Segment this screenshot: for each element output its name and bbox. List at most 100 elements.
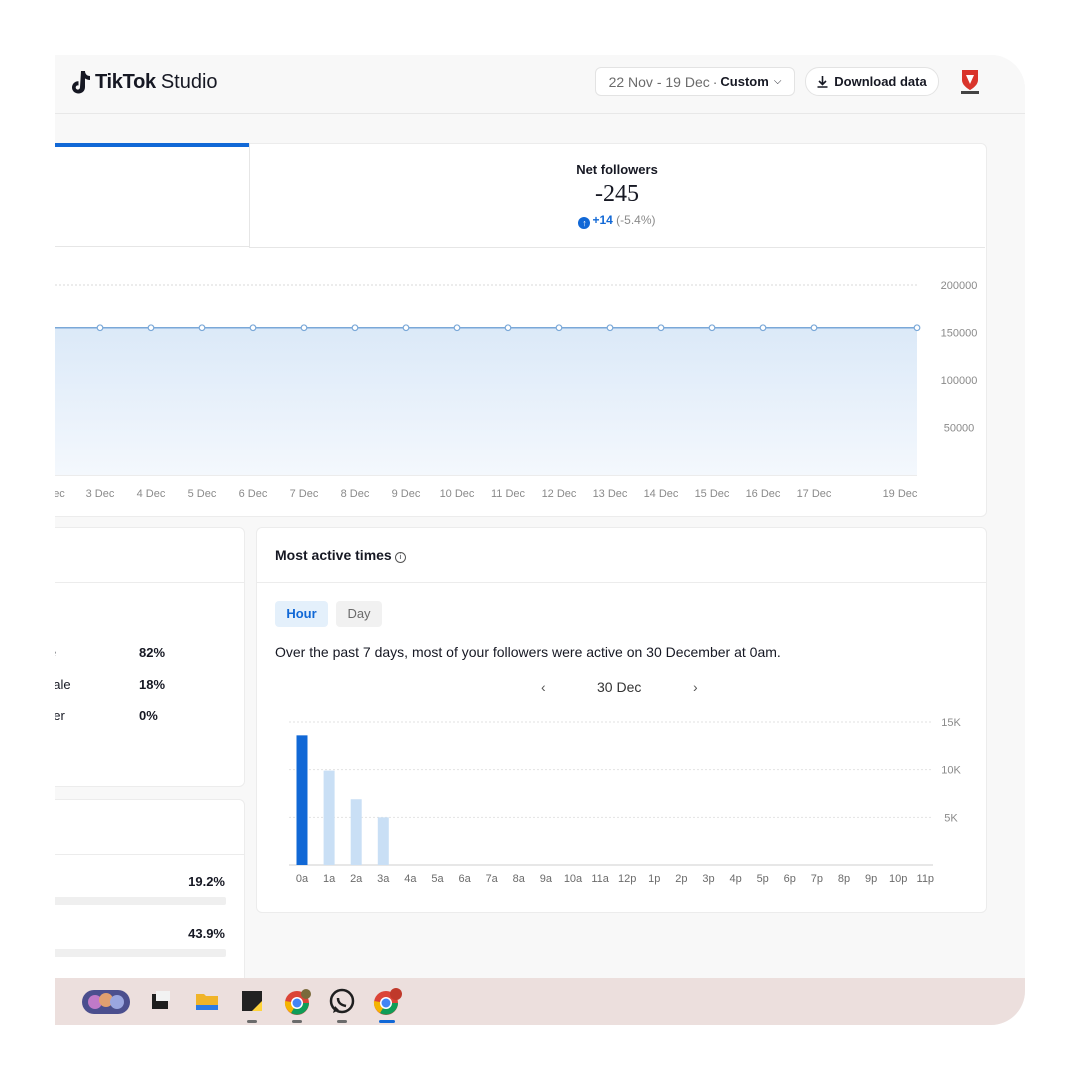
x-tick-label: 0a	[296, 873, 309, 885]
x-tick-label: 14 Dec	[644, 488, 679, 500]
gender-label: nale	[55, 677, 71, 692]
x-tick-label: 10p	[889, 873, 907, 885]
data-point	[606, 324, 614, 332]
delta-percent: (-5.4%)	[616, 213, 656, 227]
age-card: 19.2% 43.9%	[55, 799, 245, 1001]
x-tick-label: 9p	[865, 873, 877, 885]
chrome-icon[interactable]	[372, 988, 404, 1018]
x-tick-label: 3p	[702, 873, 714, 885]
x-tick-label: 11p	[917, 873, 935, 885]
folder-icon[interactable]	[194, 988, 220, 1014]
next-day-button[interactable]: ›	[693, 679, 698, 695]
delta-value: +14	[592, 213, 613, 227]
x-tick-label: 8p	[838, 873, 850, 885]
x-tick-label: 11 Dec	[491, 488, 526, 500]
x-tick-label: 10a	[564, 873, 583, 885]
x-tick-label: 6 Dec	[239, 488, 268, 500]
previous-day-button[interactable]: ‹	[541, 679, 546, 695]
net-followers-value: -245	[595, 181, 639, 207]
terminal-icon[interactable]	[148, 988, 172, 1014]
most-active-times-card: Most active times i Hour Day Over the pas…	[256, 527, 987, 913]
gender-value: 0%	[139, 708, 158, 723]
arrow-up-circle-icon: ↑	[578, 217, 591, 229]
x-tick-label: 6p	[784, 873, 796, 885]
download-icon	[817, 75, 828, 88]
data-point	[657, 324, 665, 332]
x-tick-label: 3a	[377, 873, 390, 885]
age-bar-track	[55, 897, 226, 905]
x-tick-label: 2a	[350, 873, 363, 885]
running-indicator	[337, 1020, 347, 1023]
data-point	[300, 324, 308, 332]
x-tick-label: 1a	[323, 873, 336, 885]
product-name: Studio	[160, 70, 218, 93]
teams-icon[interactable]	[81, 988, 131, 1016]
net-followers-delta: ↑ +14 (-5.4%)	[249, 213, 985, 229]
data-point	[913, 324, 921, 332]
y-tick-label: 200000	[941, 280, 978, 292]
x-tick-label: 2p	[675, 873, 687, 885]
x-tick-label: 6a	[458, 873, 471, 885]
x-tick-label: 7a	[486, 873, 499, 885]
whatsapp-icon[interactable]	[328, 988, 356, 1016]
x-tick-label: 4 Dec	[137, 488, 166, 500]
current-day-label: 30 Dec	[597, 679, 642, 695]
data-point	[198, 324, 206, 332]
chrome-icon[interactable]	[283, 988, 313, 1018]
most-active-times-heading: Most active times	[275, 547, 392, 563]
x-tick-label: 7 Dec	[290, 488, 319, 500]
x-tick-label: 10 Dec	[440, 488, 475, 500]
date-range-separator: ·	[712, 73, 718, 90]
gender-card: le 82% nale 18% her 0%	[55, 527, 245, 787]
x-tick-label: 9 Dec	[392, 488, 421, 500]
x-tick-label: 19 Dec	[883, 488, 918, 500]
app-window: TikTok Studio 22 Nov - 19 Dec · Custom ⌵…	[55, 55, 1025, 1025]
date-range-mode: Custom	[720, 74, 769, 89]
download-data-label: Download data	[834, 74, 927, 89]
hourly-activity-bar-chart: 15K 10K 5K 0a 1a 2a 3a 4a 5a 6a 7a 8a 9a 10a 11a 12p 1p 2…	[289, 717, 961, 885]
data-point	[504, 324, 512, 332]
gender-value: 18%	[139, 677, 166, 692]
card-header-divider	[55, 582, 244, 583]
x-tick-label: 1p	[648, 873, 660, 885]
y-tick-label: 100000	[941, 375, 978, 387]
y-tick-label: 15K	[941, 717, 961, 729]
sticky-notes-icon[interactable]	[239, 988, 265, 1014]
tab-hour[interactable]: Hour	[275, 601, 328, 627]
top-header: TikTok Studio 22 Nov - 19 Dec · Custom ⌵…	[55, 55, 1025, 114]
x-tick-label: 5a	[431, 873, 444, 885]
net-followers-label[interactable]: Net followers	[249, 162, 985, 177]
data-point	[249, 324, 257, 332]
data-point	[555, 324, 563, 332]
data-point	[759, 324, 767, 332]
x-tick-label: 5 Dec	[188, 488, 217, 500]
download-data-button[interactable]: Download data	[805, 67, 939, 96]
tiktok-studio-logo[interactable]: TikTok Studio	[69, 69, 218, 95]
date-range-picker[interactable]: 22 Nov - 19 Dec · Custom ⌵	[595, 67, 795, 96]
data-point	[96, 324, 104, 332]
bar	[377, 817, 389, 865]
gender-label: le	[55, 645, 56, 660]
data-point	[402, 324, 410, 332]
profile-avatar-shield-icon[interactable]	[959, 67, 981, 95]
x-tick-label: 4a	[404, 873, 417, 885]
active-app-indicator	[379, 1020, 395, 1023]
y-tick-label: 10K	[941, 765, 961, 777]
age-value: 43.9%	[188, 926, 225, 941]
data-point	[147, 324, 155, 332]
y-tick-label: 5K	[944, 812, 958, 824]
x-tick-label: 12p	[618, 873, 636, 885]
info-icon[interactable]: i	[394, 552, 406, 563]
x-tick-label: 15 Dec	[695, 488, 730, 500]
tab-day[interactable]: Day	[336, 601, 382, 627]
data-point	[351, 324, 359, 332]
y-tick-label: 150000	[941, 328, 978, 340]
most-active-description: Over the past 7 days, most of your follo…	[275, 644, 781, 660]
x-tick-label: 3 Dec	[86, 488, 115, 500]
data-point	[810, 324, 818, 332]
age-value: 19.2%	[188, 874, 225, 889]
x-tick-label: 13 Dec	[593, 488, 628, 500]
card-header-divider	[55, 854, 244, 855]
chevron-down-icon: ⌵	[773, 76, 782, 87]
data-point	[708, 324, 716, 332]
